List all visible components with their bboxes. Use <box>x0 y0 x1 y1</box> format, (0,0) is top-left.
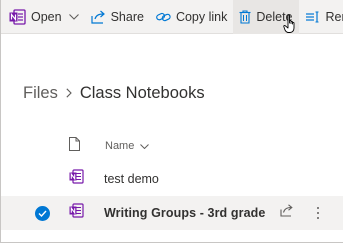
chevron-down-icon[interactable] <box>68 13 79 20</box>
copy-link-label: Copy link <box>175 9 228 24</box>
list-item-selected[interactable]: Writing Groups - 3rd grade <box>1 196 343 230</box>
onenote-icon <box>69 169 84 189</box>
delete-button[interactable]: Delete <box>233 0 299 34</box>
copy-link-button[interactable]: Copy link <box>150 0 233 34</box>
onedrive-window: Open Share Copy link Delete Re Files Cla… <box>0 0 343 243</box>
name-column-header[interactable]: Name <box>105 140 150 152</box>
onenote-icon <box>69 203 84 223</box>
open-button[interactable]: Open <box>1 0 85 34</box>
document-icon[interactable] <box>69 137 80 156</box>
chevron-right-icon <box>66 88 72 98</box>
delete-label: Delete <box>256 9 293 24</box>
name-column-label: Name <box>105 140 135 152</box>
share-icon <box>90 10 106 24</box>
breadcrumb-files-link[interactable]: Files <box>23 84 58 103</box>
share-icon[interactable] <box>280 204 294 222</box>
list-item[interactable]: test demo <box>1 162 343 196</box>
more-icon[interactable] <box>314 205 322 221</box>
share-button[interactable]: Share <box>85 0 150 34</box>
share-label: Share <box>110 9 144 24</box>
open-label: Open <box>31 9 62 24</box>
check-icon[interactable] <box>35 205 50 221</box>
trash-icon <box>239 9 251 24</box>
rename-button[interactable]: Rena <box>299 0 343 34</box>
rename-icon <box>305 11 321 23</box>
breadcrumb-current: Class Notebooks <box>79 83 205 102</box>
chevron-down-icon <box>140 140 150 152</box>
command-bar: Open Share Copy link Delete Re <box>1 0 343 34</box>
rename-label: Rena <box>325 9 343 24</box>
file-name[interactable]: test demo <box>104 172 159 186</box>
link-icon <box>156 11 171 23</box>
breadcrumb: Files Class Notebooks <box>23 81 205 105</box>
file-name[interactable]: Writing Groups - 3rd grade <box>104 206 265 220</box>
onenote-icon <box>9 8 26 25</box>
